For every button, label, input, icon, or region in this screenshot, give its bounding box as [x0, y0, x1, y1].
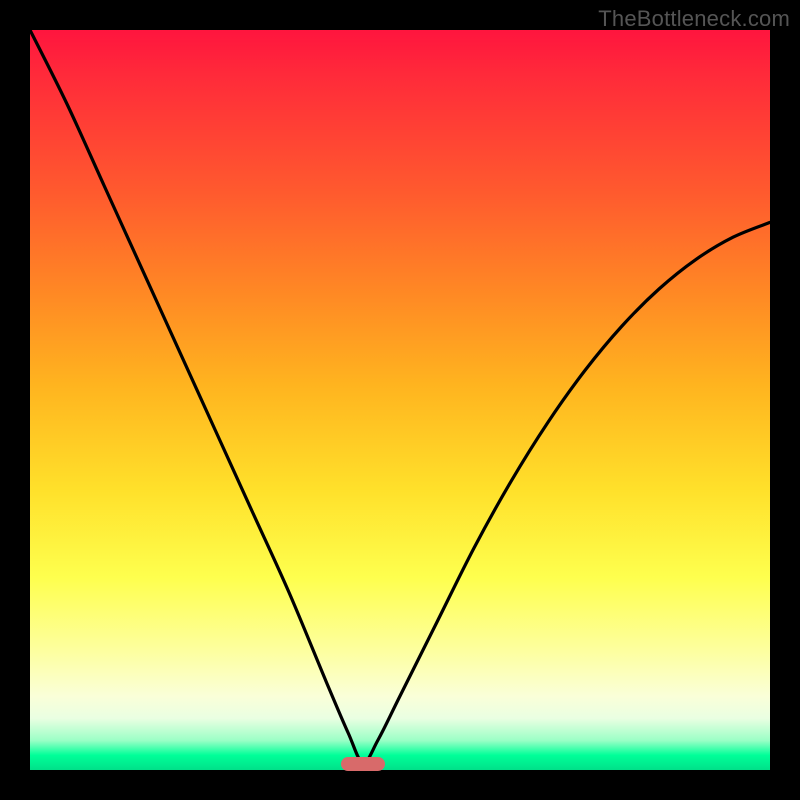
watermark-text: TheBottleneck.com: [598, 6, 790, 32]
chart-plot-area: [30, 30, 770, 770]
chart-frame: TheBottleneck.com: [0, 0, 800, 800]
bottleneck-curve: [30, 30, 770, 770]
optimal-zone-marker: [341, 757, 385, 771]
curve-path: [30, 30, 770, 763]
